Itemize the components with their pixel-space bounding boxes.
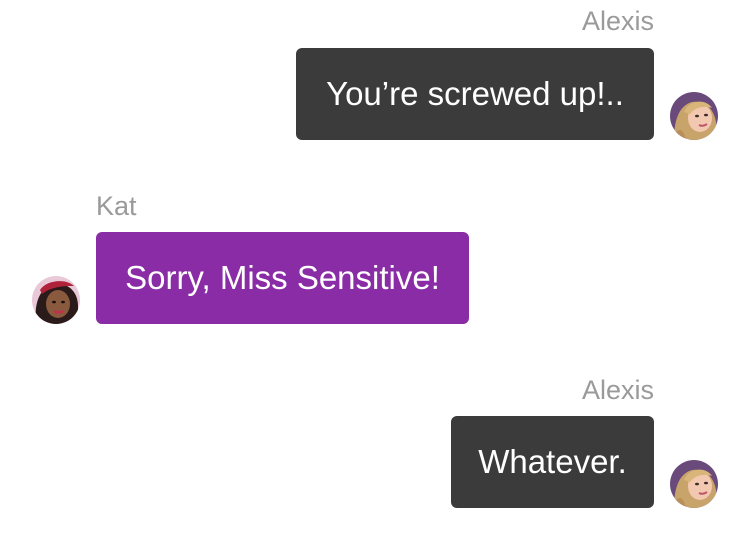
sender-name: Kat	[96, 191, 137, 221]
message-bubble[interactable]: You’re screwed up!..	[296, 48, 654, 140]
message-bubble[interactable]: Sorry, Miss Sensitive!	[96, 232, 469, 324]
kat-avatar-icon[interactable]	[32, 276, 80, 324]
alexis-avatar-icon[interactable]	[670, 92, 718, 140]
alexis-avatar-icon[interactable]	[670, 460, 718, 508]
chat-thread: Alexis You’re screwed up!.. Kat Sorry, M…	[0, 0, 750, 544]
sender-name: Alexis	[581, 6, 654, 36]
message-bubble[interactable]: Whatever.	[451, 416, 654, 508]
sender-name: Alexis	[581, 375, 654, 405]
